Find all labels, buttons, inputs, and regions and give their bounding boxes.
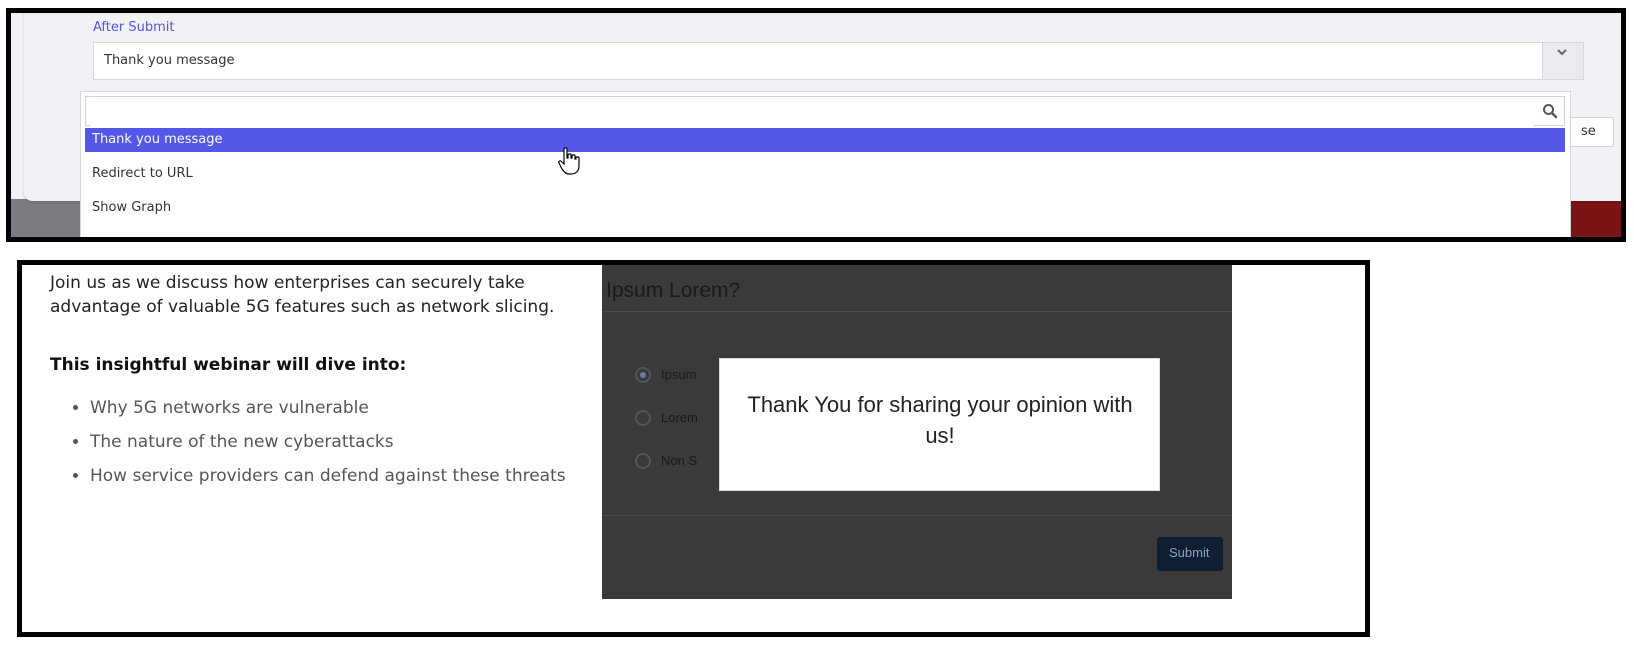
thank-you-message: Thank You for sharing your opinion with … (747, 392, 1133, 448)
chevron-down-icon (1556, 45, 1568, 59)
after-submit-label: After Submit (93, 20, 175, 35)
poll-option-label: Non S (661, 453, 698, 468)
divider (602, 311, 1232, 312)
poll-option-label: Lorem (661, 410, 698, 425)
list-item: The nature of the new cyberattacks (90, 425, 566, 459)
webinar-topics-list: Why 5G networks are vulnerable The natur… (50, 391, 566, 493)
search-icon (1543, 104, 1558, 119)
select-toggle[interactable] (1542, 43, 1583, 79)
dropdown-search (85, 96, 1565, 126)
poll-option-label: Ipsum (661, 367, 697, 382)
divider (602, 515, 1232, 516)
dropdown-search-input[interactable] (90, 98, 1534, 126)
radio-button[interactable] (635, 453, 651, 469)
after-submit-dropdown: Thank you message Redirect to URL Show G… (80, 91, 1571, 237)
webinar-panel: Join us as we discuss how enterprises ca… (17, 260, 1370, 637)
after-submit-select[interactable]: Thank you message (93, 42, 1584, 80)
list-item: Why 5G networks are vulnerable (90, 391, 566, 425)
webinar-dive-heading: This insightful webinar will dive into: (50, 355, 407, 375)
submit-button[interactable]: Submit (1157, 537, 1223, 571)
webinar-intro: Join us as we discuss how enterprises ca… (50, 273, 555, 317)
select-current-value: Thank you message (104, 53, 235, 68)
dropdown-option-thank-you[interactable]: Thank you message (85, 128, 1565, 152)
hand-cursor-icon (558, 147, 580, 175)
poll-title: Ipsum Lorem? (606, 279, 741, 302)
list-item: How service providers can defend against… (90, 459, 566, 493)
dropdown-option-show-graph[interactable]: Show Graph (85, 196, 1565, 220)
background-strip-red (1569, 199, 1621, 237)
close-button-label: se (1581, 124, 1596, 139)
radio-button[interactable] (635, 410, 651, 426)
submit-button-label: Submit (1169, 545, 1210, 560)
thank-you-modal: Thank You for sharing your opinion with … (719, 358, 1160, 491)
radio-button-selected[interactable] (635, 367, 651, 383)
after-submit-panel: After Submit Thank you message se Thank … (6, 8, 1626, 242)
dropdown-option-redirect[interactable]: Redirect to URL (85, 162, 1565, 186)
